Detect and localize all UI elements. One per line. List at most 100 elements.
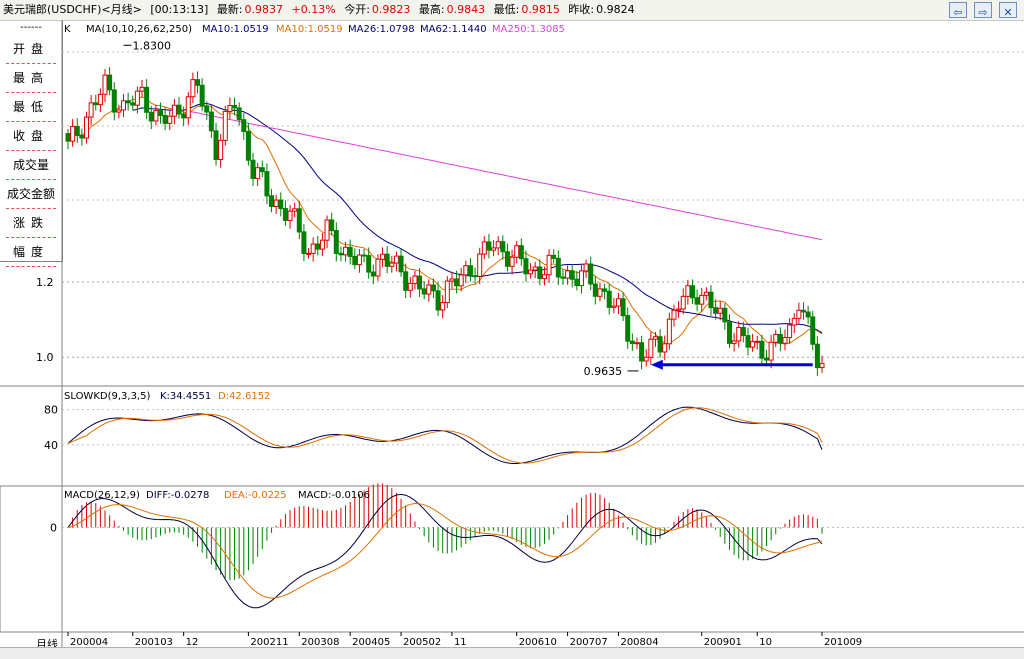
candle-body [689, 285, 695, 299]
candle-body [347, 246, 353, 257]
candle-body [472, 275, 478, 278]
candle-body [144, 86, 150, 113]
candle-body [805, 311, 811, 318]
candle-body [491, 247, 497, 251]
candle-body [671, 309, 677, 320]
candle-body [158, 109, 164, 117]
candle-body [731, 340, 737, 344]
title-bar: 美元瑞郎(USDCHF)<月线> [00:13:13] 最新: 0.9837 +0… [0, 0, 1024, 21]
candle-body [74, 125, 80, 136]
grid-lines [62, 51, 1024, 528]
candle-body [232, 105, 238, 109]
candle-body [768, 341, 774, 361]
kd-k-value: K:34.4551 [160, 391, 211, 402]
candle-body [125, 100, 131, 104]
candle-body [65, 133, 71, 142]
candle-body [736, 326, 742, 342]
candle-body [694, 297, 700, 305]
candle-body [333, 230, 339, 254]
candle-body [185, 96, 191, 119]
candle-body [592, 283, 598, 297]
macd-dea-value: DEA:-0.0225 [224, 490, 287, 501]
high-marker: 1.8300 [123, 39, 171, 52]
latest-label: 最新: [216, 3, 243, 16]
status-bar [0, 647, 1024, 659]
arrow-right-icon[interactable]: ⇨ [974, 2, 992, 19]
candle-body [615, 298, 621, 307]
candle-body [139, 86, 145, 92]
macd-diff-value: DIFF:-0.0278 [146, 490, 209, 501]
candle-body [421, 288, 427, 295]
candle-body [338, 252, 344, 256]
candle-body [97, 93, 103, 106]
candle-body [699, 294, 705, 305]
candle-body [259, 167, 265, 173]
candle-body [676, 308, 682, 311]
candle-body [463, 265, 469, 276]
macd-panel-header: MACD(26,12,9) DIFF:-0.0278 DEA:-0.0225 M… [64, 490, 370, 501]
candle-body [352, 255, 358, 266]
candle-body [435, 290, 441, 311]
candle-body [685, 285, 691, 297]
candle-body [93, 102, 99, 106]
chart-area[interactable]: K MA(10,10,26,62,250) MA10:1.0519 MA10:1… [0, 20, 1024, 648]
candle-body [195, 79, 201, 86]
y-tick-1-2: 1.2 [36, 276, 54, 289]
candle-body [296, 208, 302, 233]
candle-body [518, 245, 524, 260]
candle-body [750, 341, 756, 348]
candle-body [102, 74, 108, 95]
candle-body [417, 275, 423, 290]
candle-body [273, 199, 279, 207]
candle-body [287, 210, 293, 221]
candle-body [578, 270, 584, 287]
candle-body [384, 253, 390, 267]
arrow-left-icon[interactable]: ⇦ [949, 2, 967, 19]
candle-body [703, 291, 709, 296]
candle-body [306, 252, 312, 255]
candle-body [810, 316, 816, 345]
candle-body [176, 104, 182, 115]
candle-body [250, 159, 256, 179]
candle-body [477, 253, 483, 277]
candle-body [370, 271, 376, 277]
kd-label: SLOWKD(9,3,3,5) [64, 391, 150, 402]
candle-body [666, 318, 672, 345]
candle-body [310, 243, 316, 254]
candle-body [440, 302, 446, 311]
candle-body [111, 89, 117, 113]
candle-body [763, 357, 769, 361]
candle-body [324, 219, 330, 241]
candle-body [657, 336, 663, 353]
candle-body [546, 254, 552, 276]
prev-close-value: 0.9824 [596, 3, 635, 16]
candle-body [541, 274, 547, 280]
candle-body [560, 276, 566, 279]
ma250-value: MA250:1.3085 [492, 24, 565, 35]
candle-body [366, 255, 372, 273]
kd-k-line [67, 406, 823, 464]
candle-body [532, 266, 538, 271]
ma26-value: MA26:1.0798 [348, 24, 415, 35]
candle-body [222, 110, 228, 141]
candle-body [398, 255, 404, 273]
candle-body [389, 262, 395, 267]
candle-body [343, 246, 349, 256]
support-arrow [650, 359, 813, 370]
candle-body [481, 241, 487, 255]
low-marker-text: 0.9635 [584, 365, 623, 378]
kd-y-tick-40: 40 [44, 439, 58, 452]
candle-body [153, 109, 159, 122]
candle-body [282, 208, 288, 221]
candle-body [218, 139, 224, 160]
candle-body [84, 116, 90, 139]
candle-body [79, 134, 85, 139]
candle-body [236, 107, 242, 121]
close-icon[interactable]: ✕ [999, 2, 1017, 19]
low-marker: 0.9635 [584, 365, 639, 378]
candle-body [269, 195, 275, 207]
candle-body [726, 321, 732, 344]
candle-body [745, 335, 751, 348]
macd-diff-line [67, 493, 823, 609]
y-tick-1-0: 1.0 [36, 351, 54, 364]
